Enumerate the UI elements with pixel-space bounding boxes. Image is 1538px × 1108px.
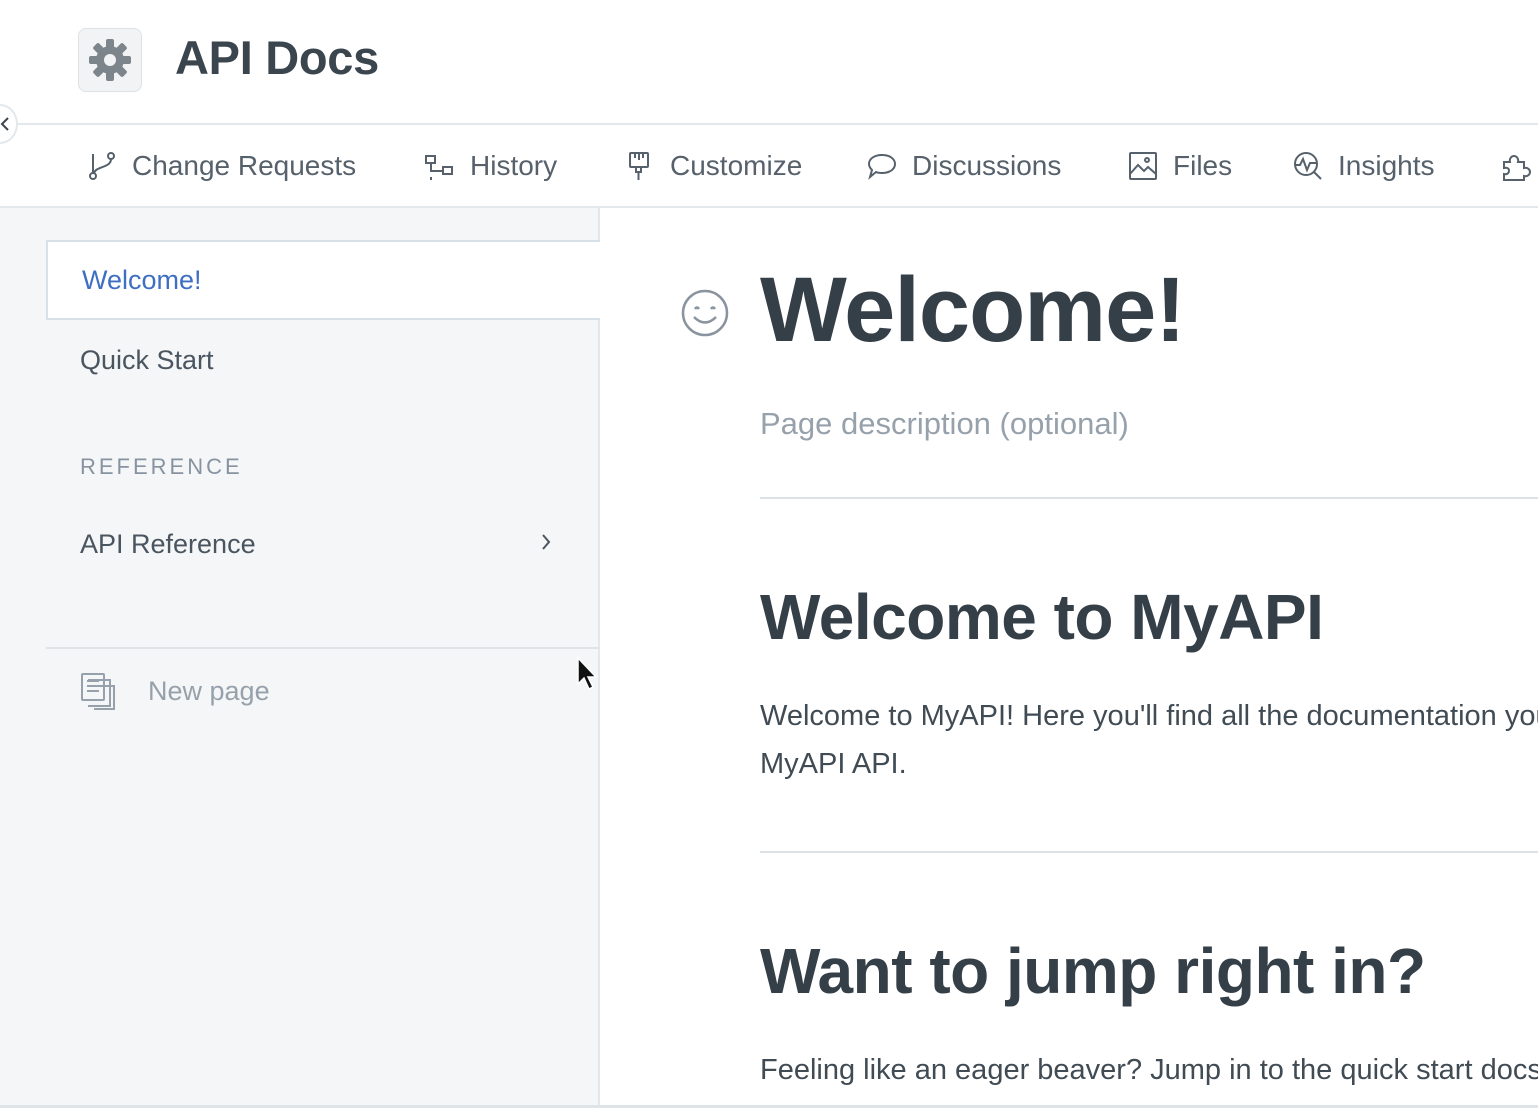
nav-insights[interactable]: Insights — [1292, 125, 1435, 206]
sidebar-item-label: Quick Start — [80, 344, 214, 375]
section-heading: Welcome to MyAPI — [760, 581, 1324, 653]
nav-integrations[interactable] — [1500, 125, 1538, 206]
sidebar-item-welcome[interactable]: Welcome! — [46, 240, 600, 320]
nav-history[interactable]: History — [424, 125, 557, 206]
top-nav: Change Requests History Customize Discus… — [0, 125, 1538, 208]
new-page-icon — [81, 673, 115, 710]
section-heading: Want to jump right in? — [760, 935, 1426, 1007]
nav-label[interactable]: Customize — [670, 150, 802, 182]
sidebar-item-label: API Reference — [80, 528, 256, 559]
section-paragraph: Feeling like an eager beaver? Jump in to… — [760, 1046, 1538, 1094]
chevron-right-icon[interactable] — [540, 532, 552, 552]
sidebar-item-api-reference[interactable]: API Reference — [46, 504, 600, 584]
paragraph-line: Welcome to MyAPI! Here you'll find all t… — [760, 700, 1538, 732]
insights-icon — [1294, 151, 1322, 180]
image-file-icon — [1129, 151, 1157, 180]
gear-icon — [89, 39, 131, 81]
nav-label: Change Requests — [132, 149, 357, 181]
nav-files[interactable]: Files — [1127, 125, 1232, 206]
nav-customize[interactable]: Customize — [624, 125, 802, 206]
page-emoji-icon[interactable] — [680, 288, 730, 338]
app-header: API Docs — [0, 0, 1538, 125]
chevron-left-icon — [0, 117, 9, 131]
divider — [760, 497, 1538, 499]
sidebar-item-label: Welcome! — [82, 264, 202, 295]
nav-change-requests[interactable]: Change Requests — [86, 125, 356, 206]
page-title[interactable]: Welcome! — [760, 258, 1186, 363]
nav-label: History — [470, 149, 558, 181]
sidebar-section-title: REFERENCE — [80, 454, 243, 479]
space-title: API Docs — [175, 31, 379, 84]
sidebar: Welcome! Quick Start REFERENCE API Refer… — [0, 208, 600, 1108]
app-window: API Docs Change Requests History Customi… — [0, 0, 1538, 1108]
space-logo[interactable] — [78, 28, 142, 92]
page-description-input[interactable]: Page description (optional) — [760, 406, 1129, 442]
speech-bubble-icon — [867, 153, 897, 180]
nav-discussions[interactable]: Discussions — [866, 125, 1061, 206]
new-page-button[interactable]: New page — [80, 670, 270, 712]
page-content: Welcome! Page description (optional) Wel… — [600, 208, 1538, 1108]
new-page-label: New page — [148, 675, 270, 706]
paintbrush-icon — [629, 151, 649, 180]
nav-label: Files — [1173, 149, 1233, 181]
nav-label: Insights — [1338, 149, 1435, 181]
branch-icon — [89, 151, 115, 180]
sidebar-divider — [46, 647, 600, 649]
nav-label: Discussions — [912, 149, 1062, 181]
mouse-cursor-icon — [577, 656, 598, 691]
paragraph-line: Feeling like an eager beaver? Jump in to… — [760, 1054, 1538, 1086]
sidebar-item-quick-start[interactable]: Quick Start — [46, 320, 600, 400]
section-paragraph: Welcome to MyAPI! Here you'll find all t… — [760, 692, 1538, 788]
history-icon — [425, 154, 453, 180]
divider — [760, 851, 1538, 853]
puzzle-icon — [1503, 154, 1532, 181]
paragraph-line: MyAPI API. — [760, 748, 907, 780]
